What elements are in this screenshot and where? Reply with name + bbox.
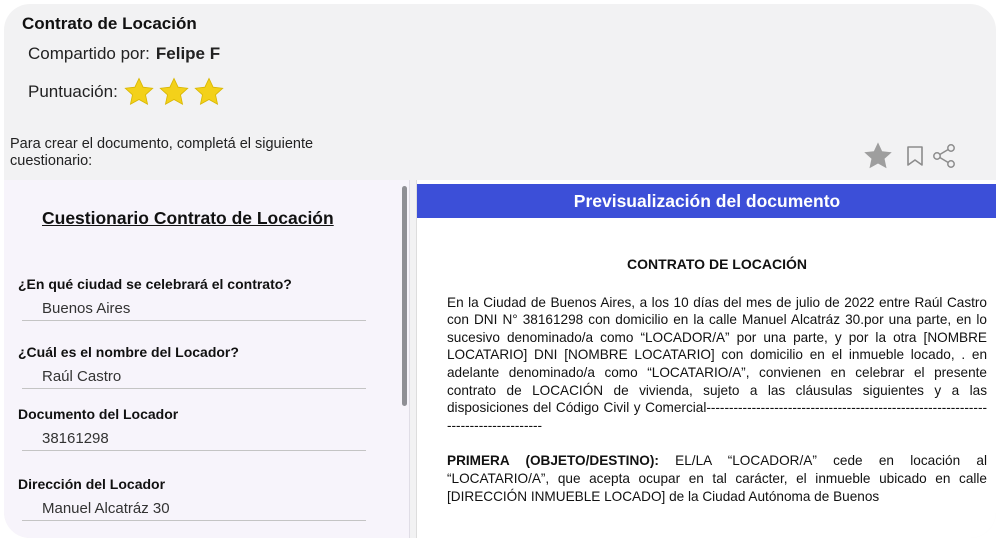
field-label: ¿En qué ciudad se celebrará el contrato? — [18, 276, 292, 292]
document-preview: CONTRATO DE LOCACIÓN En la Ciudad de Bue… — [447, 256, 987, 505]
shared-by: Compartido por: Felipe F — [28, 44, 220, 64]
input-underline — [22, 450, 366, 451]
app-frame: Contrato de Locación Compartido por: Feli… — [4, 4, 996, 538]
document-paragraph: En la Ciudad de Buenos Aires, a los 10 d… — [447, 294, 987, 433]
questionnaire-panel[interactable]: Cuestionario Contrato de Locación ¿En qu… — [4, 180, 410, 538]
share-button[interactable] — [929, 140, 959, 172]
input-underline — [22, 320, 366, 321]
field-label: Dirección del Locador — [18, 476, 166, 492]
favorite-button[interactable] — [859, 140, 897, 172]
landlord-document-input[interactable]: 38161298 — [42, 430, 368, 450]
instruction-text: Para crear el documento, completá el sig… — [10, 136, 314, 169]
field-label: Documento del Locador — [18, 406, 179, 422]
questionnaire-scrollbar[interactable] — [402, 186, 407, 406]
document-actions — [859, 140, 959, 172]
shared-by-label: Compartido por: — [28, 44, 150, 63]
document-title: CONTRATO DE LOCACIÓN — [627, 256, 807, 272]
field-label: ¿Cuál es el nombre del Locador? — [18, 344, 239, 360]
landlord-name-input[interactable]: Raúl Castro — [42, 368, 368, 388]
field-landlord-document: Documento del Locador 38161298 — [18, 406, 368, 451]
document-clause: PRIMERA (OBJETO/DESTINO): EL/LA “LOCADOR… — [447, 452, 987, 505]
landlord-address-input[interactable]: Manuel Alcatráz 30 — [42, 500, 368, 520]
field-city: ¿En qué ciudad se celebrará el contrato?… — [18, 276, 368, 321]
rating-stars — [122, 76, 227, 108]
star-filled-icon — [159, 77, 189, 106]
input-underline — [22, 388, 366, 389]
questionnaire-title: Cuestionario Contrato de Locación — [42, 208, 334, 228]
bookmark-icon — [907, 146, 923, 166]
preview-header: Previsualización del documento — [417, 184, 996, 218]
clause-heading: PRIMERA (OBJETO/DESTINO): — [447, 453, 659, 469]
field-landlord-address: Dirección del Locador Manuel Alcatráz 30 — [18, 476, 368, 521]
input-underline — [22, 520, 366, 521]
star-filled-icon — [124, 77, 154, 106]
rating: Puntuación: — [28, 76, 227, 108]
star-filled-icon — [194, 77, 224, 106]
bookmark-button[interactable] — [901, 140, 929, 172]
field-landlord-name: ¿Cuál es el nombre del Locador? Raúl Cas… — [18, 344, 368, 389]
city-input[interactable]: Buenos Aires — [42, 300, 368, 320]
share-icon — [933, 144, 955, 168]
page-title: Contrato de Locación — [22, 14, 197, 33]
star-icon — [864, 142, 892, 169]
rating-label: Puntuación: — [28, 82, 118, 101]
shared-by-name[interactable]: Felipe F — [156, 44, 220, 63]
preview-panel[interactable]: Previsualización del documento CONTRATO … — [416, 180, 996, 538]
